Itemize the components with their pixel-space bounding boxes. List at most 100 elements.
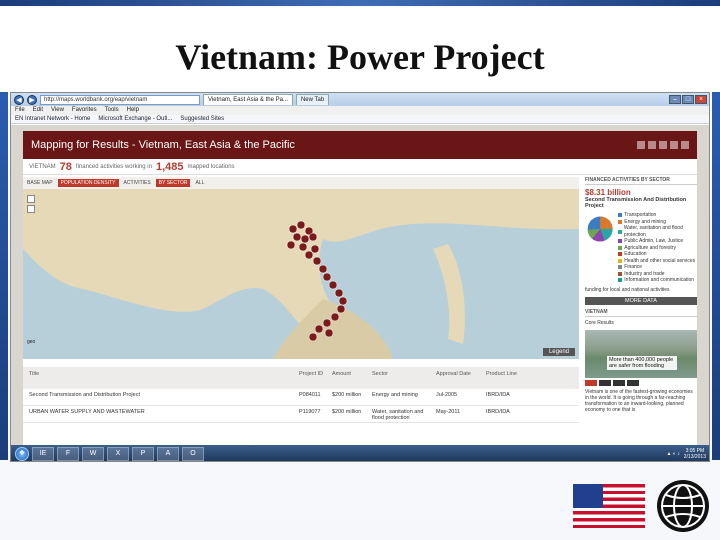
- share-icon[interactable]: [637, 141, 645, 149]
- legend-label: Information and communication: [624, 277, 695, 283]
- browser-tab-new[interactable]: New Tab: [295, 94, 330, 105]
- browser-menubar: File Edit View Favorites Tools Help: [11, 106, 709, 115]
- table-row[interactable]: URBAN WATER SUPPLY AND WASTEWATER P11907…: [23, 406, 579, 423]
- flag-canton: [573, 484, 603, 508]
- results-photo[interactable]: More than 400,000 people are safer from …: [585, 329, 697, 378]
- browser-tabbar: ◀ ▶ http://maps.worldbank.org/eap/vietna…: [11, 93, 709, 106]
- site-header: Mapping for Results - Vietnam, East Asia…: [23, 131, 697, 159]
- land-mass: [23, 189, 579, 343]
- legend-item[interactable]: Information and communication: [618, 277, 697, 284]
- cell-title[interactable]: Second Transmission and Distribution Pro…: [23, 392, 293, 398]
- menu-favorites[interactable]: Favorites: [72, 106, 97, 115]
- site-header-title: Mapping for Results - Vietnam, East Asia…: [31, 139, 295, 151]
- taskbar-app[interactable]: F: [57, 447, 79, 461]
- menu-file[interactable]: File: [15, 106, 25, 115]
- cell-approval-date: May-2011: [436, 409, 461, 415]
- taskbar-app[interactable]: X: [107, 447, 129, 461]
- mapping-site: Mapping for Results - Vietnam, East Asia…: [23, 131, 697, 457]
- favorites-bar: EN Intranet Network - Home Microsoft Exc…: [11, 115, 709, 124]
- project-map[interactable]: geo Legend: [23, 189, 579, 359]
- cell-amount: $200 million: [332, 409, 362, 415]
- clock[interactable]: 3:05 PM 2/13/2013: [684, 448, 706, 460]
- panel-heading: FINANCED ACTIVITIES BY SECTOR: [585, 177, 697, 185]
- share-icon[interactable]: [681, 141, 689, 149]
- menu-help[interactable]: Help: [127, 106, 139, 115]
- column-header[interactable]: Amount: [326, 371, 366, 377]
- menu-tools[interactable]: Tools: [105, 106, 119, 115]
- pager-dot[interactable]: [599, 379, 611, 386]
- cell-title[interactable]: URBAN WATER SUPPLY AND WASTEWATER: [23, 409, 293, 415]
- share-icon[interactable]: [648, 141, 656, 149]
- more-data-button[interactable]: MORE DATA: [585, 296, 697, 305]
- forward-button[interactable]: ▶: [27, 94, 37, 105]
- close-icon[interactable]: ×: [695, 95, 707, 104]
- taskbar-app[interactable]: IE: [32, 447, 54, 461]
- activities-text: financed activities working in: [75, 163, 152, 170]
- favorite-link[interactable]: Microsoft Exchange - Outl...: [98, 115, 172, 123]
- tray-icons[interactable]: ▲ ◐ ♪: [667, 451, 680, 457]
- menu-edit[interactable]: Edit: [33, 106, 43, 115]
- taskbar-app[interactable]: W: [82, 447, 104, 461]
- share-icon[interactable]: [659, 141, 667, 149]
- pager-dot[interactable]: [627, 379, 639, 386]
- activities-label: ACTIVITIES: [123, 180, 151, 186]
- country-blurb: Vietnam is one of the fastest-growing ec…: [585, 388, 693, 413]
- system-tray: ▲ ◐ ♪ 3:05 PM 2/13/2013: [667, 448, 710, 460]
- taskbar-app[interactable]: O: [182, 447, 204, 461]
- country-subheading: Core Results: [585, 319, 614, 326]
- start-button[interactable]: ❖: [15, 447, 29, 461]
- window-controls: – □ ×: [669, 95, 709, 104]
- browser-screenshot: ◀ ▶ http://maps.worldbank.org/eap/vietna…: [10, 92, 710, 462]
- taskbar-app[interactable]: A: [157, 447, 179, 461]
- legend-swatch: [618, 252, 623, 257]
- legend-swatch: [618, 239, 623, 244]
- slide-left-strip: [0, 92, 8, 460]
- legend-swatch: [618, 219, 623, 224]
- globe-icon: [661, 484, 705, 528]
- pager-dot[interactable]: [585, 379, 597, 386]
- zoom-out-icon[interactable]: [27, 205, 35, 213]
- sector-breakdown: Transportation Energy and mining Water, …: [585, 212, 697, 284]
- slide-top-bar: [0, 0, 720, 6]
- slide-right-strip: [712, 92, 720, 460]
- panel-project-name: Second Transmission And Distribution Pro…: [585, 197, 687, 209]
- us-flag-image: [573, 484, 645, 528]
- sector-legend: Transportation Energy and mining Water, …: [618, 212, 697, 284]
- legend-item[interactable]: Water, sanitation and flood protection: [618, 225, 697, 238]
- column-header[interactable]: Project ID: [293, 371, 326, 377]
- view-dropdown[interactable]: VIETNAM: [29, 164, 56, 170]
- zoom-controls: [27, 195, 35, 213]
- minimize-icon[interactable]: –: [669, 95, 681, 104]
- column-header[interactable]: Sector: [366, 371, 430, 377]
- locations-count: 1,485: [155, 160, 184, 173]
- cell-sector: Water, sanitation and flood protection: [372, 409, 424, 421]
- activities-select[interactable]: BY SECTOR: [155, 179, 191, 187]
- address-bar[interactable]: http://maps.worldbank.org/eap/vietnam: [40, 94, 200, 105]
- map-controls: BASE MAP POPULATION DENSITY ACTIVITIES B…: [23, 177, 579, 189]
- panel-amount: $8.31 billion: [585, 188, 631, 197]
- pie-slice-energy[interactable]: [600, 216, 613, 229]
- share-icons: [637, 141, 689, 149]
- pager-dot[interactable]: [613, 379, 625, 386]
- legend-swatch: [618, 229, 622, 234]
- legend-button[interactable]: Legend: [542, 348, 575, 356]
- cell-approval-date: Jul-2005: [436, 392, 458, 398]
- menu-view[interactable]: View: [51, 106, 64, 115]
- back-button[interactable]: ◀: [14, 94, 24, 105]
- share-icon[interactable]: [670, 141, 678, 149]
- column-header[interactable]: Product Line: [480, 371, 579, 377]
- all-filter[interactable]: ALL: [195, 180, 204, 186]
- maximize-icon[interactable]: □: [682, 95, 694, 104]
- cell-project-id: P084011: [299, 392, 321, 398]
- column-header[interactable]: Approval Date: [430, 371, 480, 377]
- sector-pie-chart: [587, 216, 613, 242]
- browser-tab-active[interactable]: Vietnam, East Asia & the Pa...: [203, 94, 293, 105]
- taskbar-app[interactable]: P: [132, 447, 154, 461]
- zoom-in-icon[interactable]: [27, 195, 35, 203]
- base-map-select[interactable]: POPULATION DENSITY: [57, 179, 119, 187]
- column-header[interactable]: Title: [23, 371, 293, 377]
- favorite-link[interactable]: EN Intranet Network - Home: [15, 115, 90, 123]
- legend-swatch: [618, 265, 623, 270]
- favorite-link[interactable]: Suggested Sites: [180, 115, 224, 123]
- table-row[interactable]: Second Transmission and Distribution Pro…: [23, 389, 579, 406]
